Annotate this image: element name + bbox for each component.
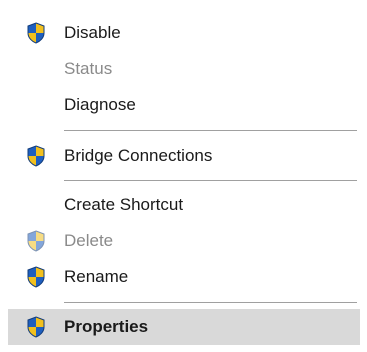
uac-shield-icon — [8, 260, 64, 294]
menu-item-label: Rename — [64, 267, 129, 286]
menu-item-diagnose[interactable]: Diagnose — [8, 88, 360, 122]
menu-item-label: Disable — [64, 23, 121, 42]
menu-item-label: Properties — [64, 317, 149, 336]
menu-item-label: Status — [64, 59, 113, 78]
menu-item-bridge-connections[interactable]: Bridge Connections — [8, 139, 360, 173]
uac-shield-icon — [8, 310, 64, 344]
menu-item-label: Delete — [64, 231, 114, 250]
menu-item-create-shortcut[interactable]: Create Shortcut — [8, 188, 360, 222]
empty-icon-slot — [8, 52, 64, 86]
menu-item-label: Diagnose — [64, 95, 136, 114]
menu-item-status: Status — [8, 52, 360, 86]
empty-icon-slot — [8, 188, 64, 222]
uac-shield-icon — [8, 16, 64, 50]
context-menu: Disable Status Diagnose Bridge Connectio… — [0, 0, 367, 352]
menu-separator — [64, 130, 357, 131]
uac-shield-icon — [8, 139, 64, 173]
menu-item-label: Create Shortcut — [64, 195, 184, 214]
menu-separator — [64, 180, 357, 181]
menu-item-disable[interactable]: Disable — [8, 16, 360, 50]
menu-separator — [64, 302, 357, 303]
uac-shield-icon — [8, 224, 64, 258]
empty-icon-slot — [8, 88, 64, 122]
menu-item-delete: Delete — [8, 224, 360, 258]
menu-item-properties[interactable]: Properties — [8, 309, 360, 345]
menu-item-label: Bridge Connections — [64, 146, 213, 165]
menu-item-rename[interactable]: Rename — [8, 260, 360, 294]
